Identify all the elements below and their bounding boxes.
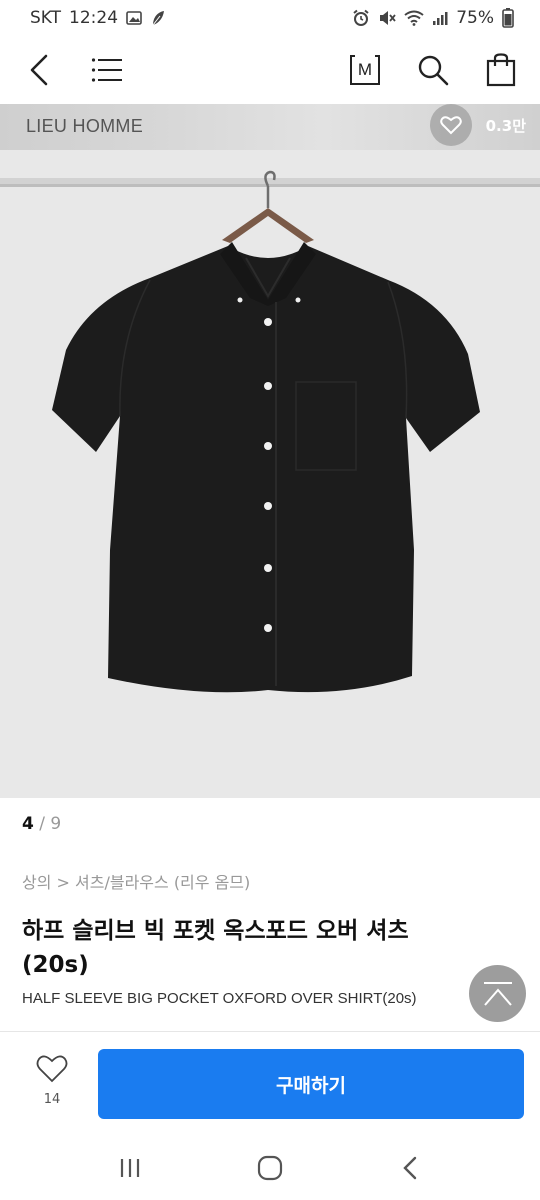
battery-percent: 75% [456,8,494,28]
shirt-button [264,442,272,450]
wishlist-button[interactable]: 14 [24,1054,80,1107]
m-badge-icon[interactable]: M [348,53,382,87]
signal-icon [432,10,448,26]
system-nav-bar [0,1135,540,1200]
heart-icon[interactable] [429,104,472,146]
mute-icon [378,9,396,27]
shirt-button [264,382,272,390]
product-subtitle: HALF SLEEVE BIG POCKET OXFORD OVER SHIRT… [22,990,417,1007]
product-image[interactable]: LIEU HOMME 0.3만 [0,104,540,798]
pager-total: 9 [50,814,62,834]
menu-icon[interactable] [90,53,124,87]
scroll-top-button[interactable] [469,965,526,1022]
wifi-icon [404,10,424,26]
shirt-button [264,624,272,632]
shirt-button [264,502,272,510]
header-right: M [348,53,518,87]
chevron-up-icon [483,981,512,1006]
image-pager: 4 / 9 [22,814,61,834]
carrier-label: SKT [30,8,62,28]
buy-bar: 14 구매하기 [0,1031,540,1135]
header-left [22,53,124,87]
back-nav-icon[interactable] [380,1143,440,1193]
status-right: 75% [352,8,514,28]
heart-outline-icon [36,1054,68,1088]
pager-current: 4 [22,814,34,834]
alarm-icon [352,9,370,27]
brand-name: LIEU HOMME [26,116,144,136]
leaf-icon [150,9,166,27]
shopping-bag-icon[interactable] [484,53,518,87]
buy-button[interactable]: 구매하기 [98,1049,524,1119]
brand-strip: LIEU HOMME 0.3만 [0,104,540,150]
shirt-illustration [0,150,540,798]
product-title: 하프 슬리브 빅 포켓 옥스포드 오버 셔츠 (20s) [22,918,409,978]
m-badge-label: M [357,60,373,79]
shirt-button [264,564,272,572]
app-header: M [0,36,540,104]
battery-icon [502,8,514,28]
back-icon[interactable] [22,53,56,87]
pager-separator: / [39,814,45,834]
search-icon[interactable] [416,53,450,87]
status-left: SKT 12:24 [30,8,166,28]
status-bar: SKT 12:24 75% [0,0,540,36]
recent-apps-icon[interactable] [100,1143,160,1193]
like-overlay: 0.3만 [429,104,526,146]
clock: 12:24 [69,8,119,28]
image-icon [126,10,142,26]
home-icon[interactable] [240,1143,300,1193]
wishlist-count: 14 [43,1092,61,1107]
breadcrumb[interactable]: 상의 > 셔츠/블라우스 (리우 옴므) [22,869,250,893]
clothing-rail [0,178,540,184]
like-count: 0.3만 [485,116,526,135]
shirt-button [264,318,272,326]
